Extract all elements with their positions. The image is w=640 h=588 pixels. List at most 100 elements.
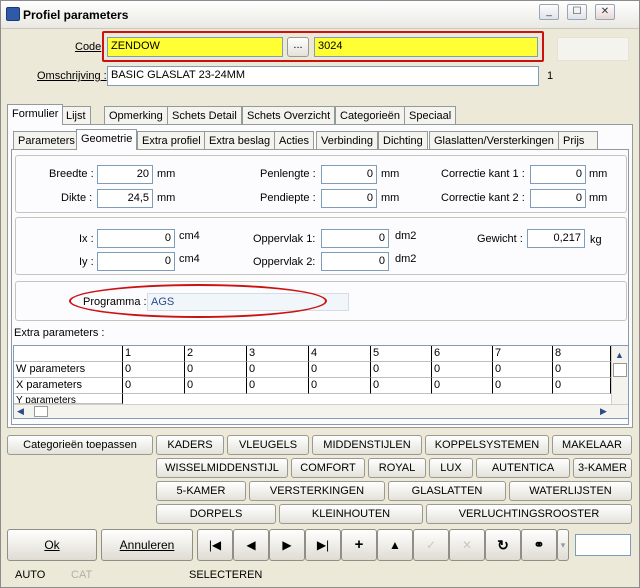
tab-parameters[interactable]: Parameters xyxy=(13,131,80,150)
check-icon: ✓ xyxy=(425,538,437,552)
scroll-thumb[interactable] xyxy=(613,363,627,377)
edit-record-button[interactable]: ▲ xyxy=(377,529,413,561)
tab-lijst[interactable]: Lijst xyxy=(61,106,91,125)
grid-col-header: 8 xyxy=(553,346,611,362)
annuleren-button[interactable]: Annuleren xyxy=(101,529,193,561)
grid-cell[interactable]: 0 xyxy=(493,378,553,394)
extra-parameters-grid[interactable]: 1 2 3 4 5 6 7 8 W parameters 0 0 0 0 0 0… xyxy=(13,345,629,419)
grid-cell[interactable]: 0 xyxy=(432,362,493,378)
refresh-button[interactable]: ↻ xyxy=(485,529,521,561)
tab-extra-profiel[interactable]: Extra profiel xyxy=(137,131,206,150)
grid-horizontal-scrollbar[interactable]: ◀ ▶ xyxy=(14,404,628,418)
cat-comfort[interactable]: COMFORT xyxy=(291,458,365,478)
tab-opmerking[interactable]: Opmerking xyxy=(104,106,168,125)
grid-cell[interactable]: 0 xyxy=(309,378,371,394)
cat-dorpels[interactable]: DORPELS xyxy=(156,504,276,524)
cat-versterkingen[interactable]: VERSTERKINGEN xyxy=(249,481,385,501)
scroll-left-icon[interactable]: ◀ xyxy=(17,406,24,417)
cat-middenstijlen[interactable]: MIDDENSTIJLEN xyxy=(312,435,422,455)
grid-cell[interactable]: 0 xyxy=(123,362,185,378)
dropdown-button[interactable]: ▾ xyxy=(557,529,569,561)
cat-kleinhouten[interactable]: KLEINHOUTEN xyxy=(279,504,423,524)
grid-row-header: X parameters xyxy=(14,378,123,394)
first-record-button[interactable]: |◀ xyxy=(197,529,233,561)
cat-3-kamer[interactable]: 3-KAMER xyxy=(573,458,632,478)
tab-prijs[interactable]: Prijs xyxy=(558,131,598,150)
tab-schets-overzicht[interactable]: Schets Overzicht xyxy=(242,106,336,125)
grid-cell[interactable]: 0 xyxy=(247,378,309,394)
next-record-button[interactable]: ▶ xyxy=(269,529,305,561)
title-bar: Profiel parameters _ ☐ ✕ xyxy=(1,1,639,29)
ix-field[interactable]: 0 xyxy=(97,229,175,248)
last-record-button[interactable]: ▶| xyxy=(305,529,341,561)
tab-speciaal[interactable]: Speciaal xyxy=(404,106,457,125)
cat-verluchtingsrooster[interactable]: VERLUCHTINGSROOSTER xyxy=(426,504,632,524)
cat-wisselmiddenstijl[interactable]: WISSELMIDDENSTIJL xyxy=(156,458,288,478)
oppervlak-1-field[interactable]: 0 xyxy=(321,229,389,248)
tab-glaslatten[interactable]: Glaslatten/Versterkingen xyxy=(429,131,559,150)
gewicht-label: Gewicht : xyxy=(477,233,523,245)
search-field[interactable] xyxy=(575,534,631,556)
add-record-button[interactable]: + xyxy=(341,529,377,561)
scroll-up-icon[interactable]: ▲ xyxy=(615,350,624,360)
grid-vertical-scrollbar[interactable]: ▲ xyxy=(611,346,628,404)
image-placeholder xyxy=(557,37,629,61)
scroll-thumb-h[interactable] xyxy=(34,406,48,417)
breedte-field[interactable]: 20 xyxy=(97,165,153,184)
grid-cell[interactable]: 0 xyxy=(553,362,611,378)
gewicht-field[interactable]: 0,217 xyxy=(527,229,585,248)
iy-field[interactable]: 0 xyxy=(97,252,175,271)
oppervlak-2-field[interactable]: 0 xyxy=(321,252,389,271)
cat-5-kamer[interactable]: 5-KAMER xyxy=(156,481,246,501)
grid-cell[interactable]: 0 xyxy=(123,378,185,394)
pendiepte-field[interactable]: 0 xyxy=(321,189,377,208)
cat-kaders[interactable]: KADERS xyxy=(156,435,224,455)
oppervlak-2-label: Oppervlak 2: xyxy=(253,256,316,268)
tab-dichting[interactable]: Dichting xyxy=(378,131,428,150)
grid-cell[interactable]: 0 xyxy=(493,362,553,378)
grid-row-header: Y parameters xyxy=(14,394,123,404)
tab-verbinding[interactable]: Verbinding xyxy=(316,131,378,150)
tab-schets-detail[interactable]: Schets Detail xyxy=(167,106,242,125)
dikte-field[interactable]: 24,5 xyxy=(97,189,153,208)
cat-koppelsystemen[interactable]: KOPPELSYSTEMEN xyxy=(425,435,549,455)
dikte-unit: mm xyxy=(157,192,176,204)
cat-waterlijsten[interactable]: WATERLIJSTEN xyxy=(509,481,632,501)
correctie-kant-1-field[interactable]: 0 xyxy=(530,165,586,184)
cat-glaslatten[interactable]: GLASLATTEN xyxy=(388,481,506,501)
tab-categorieen[interactable]: Categorieën xyxy=(335,106,405,125)
grid-cell[interactable]: 0 xyxy=(371,362,432,378)
grid-cell[interactable]: 0 xyxy=(247,362,309,378)
grid-cell[interactable]: 0 xyxy=(432,378,493,394)
grid-cell[interactable]: 0 xyxy=(309,362,371,378)
grid-cell[interactable]: 0 xyxy=(371,378,432,394)
scroll-right-icon[interactable]: ▶ xyxy=(600,406,607,417)
confirm-button[interactable]: ✓ xyxy=(413,529,449,561)
categorieen-toepassen-button[interactable]: Categorieën toepassen xyxy=(7,435,153,455)
correctie-kant-2-field[interactable]: 0 xyxy=(530,189,586,208)
cat-autentica[interactable]: AUTENTICA xyxy=(476,458,570,478)
gewicht-unit: kg xyxy=(590,234,602,246)
cancel-edit-button[interactable]: ✕ xyxy=(449,529,485,561)
previous-record-button[interactable]: ◀ xyxy=(233,529,269,561)
grid-cell[interactable]: 0 xyxy=(185,378,247,394)
tab-formulier[interactable]: Formulier xyxy=(7,104,64,125)
omschrijving-field[interactable]: BASIC GLASLAT 23-24MM xyxy=(107,66,539,86)
cat-vleugels[interactable]: VLEUGELS xyxy=(227,435,309,455)
ok-button[interactable]: Ok xyxy=(7,529,97,561)
cat-lux[interactable]: LUX xyxy=(429,458,473,478)
grid-cell[interactable]: 0 xyxy=(185,362,247,378)
cat-royal[interactable]: ROYAL xyxy=(368,458,426,478)
maximize-button[interactable]: ☐ xyxy=(567,4,587,20)
penlengte-field[interactable]: 0 xyxy=(321,165,377,184)
search-button[interactable]: ⚭ xyxy=(521,529,557,561)
minimize-button[interactable]: _ xyxy=(539,4,559,20)
cat-makelaar[interactable]: MAKELAAR xyxy=(552,435,632,455)
grid-cell[interactable]: 0 xyxy=(553,378,611,394)
tab-extra-beslag[interactable]: Extra beslag xyxy=(204,131,276,150)
correctie-kant-2-label: Correctie kant 2 : xyxy=(441,192,525,204)
tab-acties[interactable]: Acties xyxy=(274,131,314,150)
status-cat: CAT xyxy=(71,569,93,581)
close-button[interactable]: ✕ xyxy=(595,4,615,20)
tab-geometrie[interactable]: Geometrie xyxy=(76,129,138,150)
